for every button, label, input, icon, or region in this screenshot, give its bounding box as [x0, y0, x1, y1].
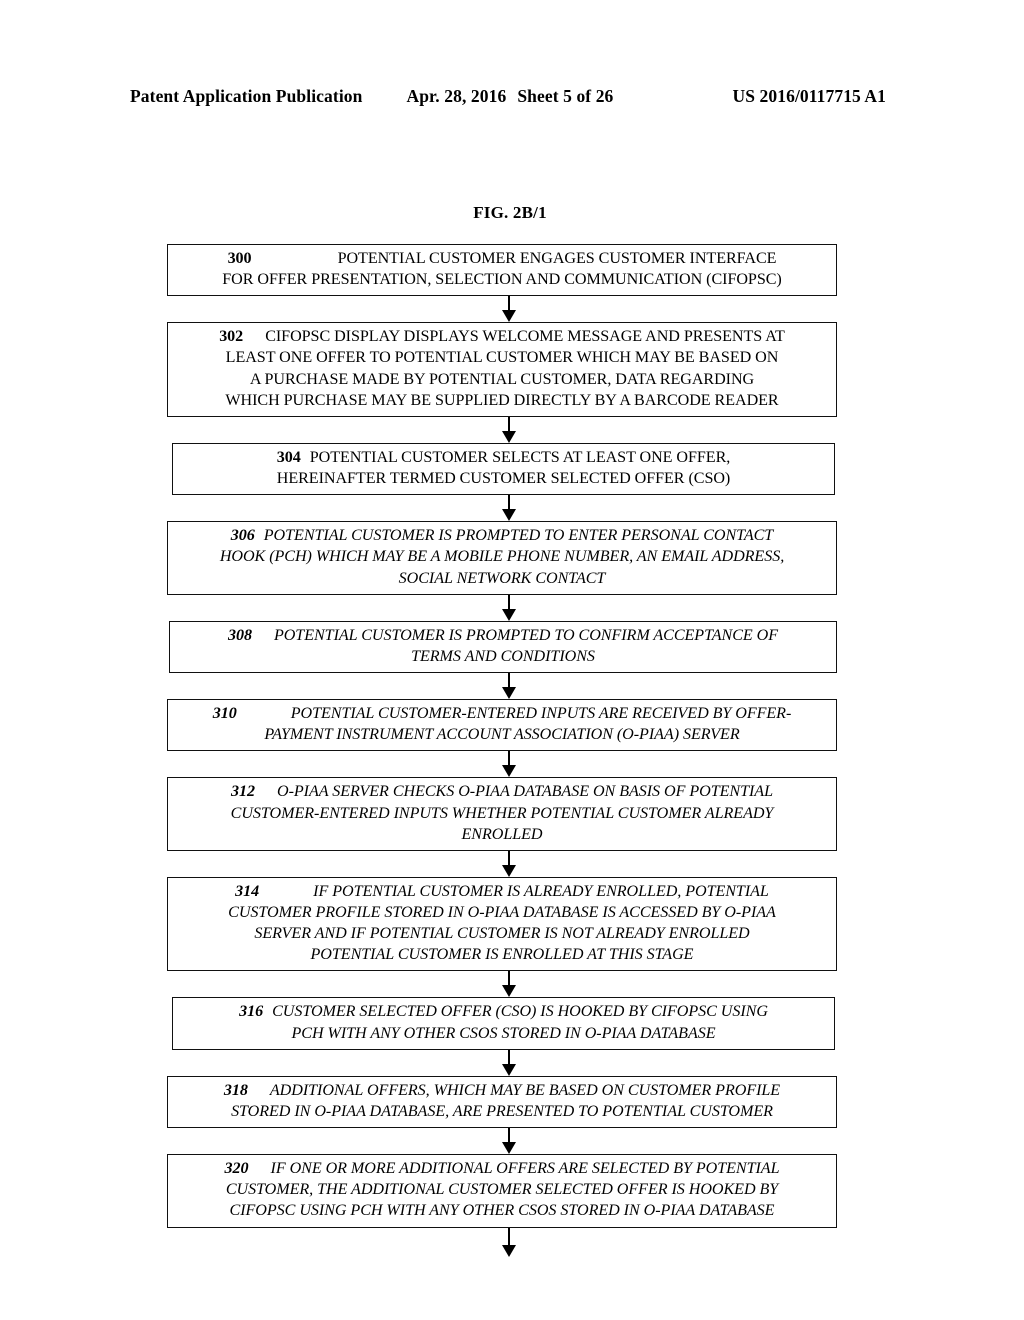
flow-connector-312-314 [167, 850, 837, 877]
flow-node-306-line-1: POTENTIAL CUSTOMER IS PROMPTED TO ENTER … [263, 527, 774, 545]
flow-node-320: 320 IF ONE OR MORE ADDITIONAL OFFERS ARE … [167, 1154, 837, 1228]
patent-number: US 2016/0117715 A1 [732, 86, 886, 106]
flow-node-306-line-2: HOOK (PCH) WHICH MAY BE A MOBILE PHONE N… [219, 548, 785, 566]
flow-node-300-line-1: POTENTIAL CUSTOMER ENGAGES CUSTOMER INTE… [337, 250, 777, 267]
flow-node-302-line-3: A PURCHASE MADE BY POTENTIAL CUSTOMER, D… [249, 370, 755, 388]
flow-connector-302-304 [167, 416, 837, 443]
flow-connector-310-312 [167, 751, 837, 778]
flow-node-320-line-1: IF ONE OR MORE ADDITIONAL OFFERS ARE SEL… [270, 1160, 780, 1178]
flow-node-306-number: 306 [230, 527, 255, 545]
flow-node-316: 316 CUSTOMER SELECTED OFFER (CSO) IS HOOK… [172, 997, 835, 1050]
arrowhead-icon [502, 430, 516, 443]
arrowhead-icon [502, 1063, 516, 1076]
flow-node-310: 310 POTENTIAL CUSTOMER-ENTERED INPUTS ARE… [167, 699, 837, 752]
flow-node-320-number: 320 [224, 1160, 249, 1178]
flow-connector-304-306 [167, 495, 837, 522]
flow-node-308-line-2: TERMS AND CONDITIONS [411, 647, 595, 665]
flow-node-316-number: 316 [239, 1003, 264, 1021]
arrowhead-icon [502, 864, 516, 877]
flow-node-314-line-3: SERVER AND IF POTENTIAL CUSTOMER IS NOT … [254, 925, 750, 943]
flow-node-312-number: 312 [231, 783, 256, 801]
publication-date-sheet: Apr. 28, 2016 Sheet 5 of 26 [406, 86, 613, 107]
flow-node-318-number: 318 [223, 1081, 248, 1099]
flow-node-310-line-1: POTENTIAL CUSTOMER-ENTERED INPUTS ARE RE… [290, 705, 792, 723]
flow-node-306-line-3: SOCIAL NETWORK CONTACT [398, 569, 606, 587]
arrowhead-icon [502, 509, 516, 522]
flow-node-318-line-2: STORED IN O-PIAA DATABASE, ARE PRESENTED… [231, 1102, 773, 1120]
figure-label-text: FIG. 2B/1 [473, 203, 547, 222]
flow-connector-308-310 [167, 673, 837, 700]
flow-node-300-number: 300 [227, 250, 252, 267]
flow-node-314-line-1: IF POTENTIAL CUSTOMER IS ALREADY ENROLLE… [313, 882, 769, 900]
flow-node-314-line-4: POTENTIAL CUSTOMER IS ENROLLED AT THIS S… [310, 946, 694, 964]
flow-connector-316-318 [167, 1049, 837, 1076]
flow-node-302-line-4: WHICH PURCHASE MAY BE SUPPLIED DIRECTLY … [225, 391, 779, 409]
figure-label: FIG. 2B/1 [0, 203, 1024, 223]
flow-node-312: 312 O-PIAA SERVER CHECKS O-PIAA DATABASE … [167, 777, 837, 851]
flow-node-302-number: 302 [219, 328, 244, 346]
flow-node-302-line-2: LEAST ONE OFFER TO POTENTIAL CUSTOMER WH… [225, 349, 779, 367]
arrowhead-icon [502, 985, 516, 998]
flow-node-312-line-2: CUSTOMER-ENTERED INPUTS WHETHER POTENTIA… [230, 804, 774, 822]
publication-title: Patent Application Publication [130, 86, 363, 106]
flow-node-304: 304 POTENTIAL CUSTOMER SELECTS AT LEAST O… [172, 442, 835, 496]
flow-node-314-line-2: CUSTOMER PROFILE STORED IN O-PIAA DATABA… [228, 903, 776, 921]
flow-connector-314-316 [167, 971, 837, 998]
flow-connector-306-308 [167, 594, 837, 621]
flow-node-306: 306 POTENTIAL CUSTOMER IS PROMPTED TO ENT… [167, 521, 837, 595]
flow-node-308: 308 POTENTIAL CUSTOMER IS PROMPTED TO CON… [169, 620, 837, 674]
arrowhead-icon [502, 310, 516, 323]
arrowhead-icon [502, 608, 516, 621]
flow-connector-318-320 [167, 1128, 837, 1155]
flow-connector-300-302 [167, 296, 837, 323]
arrowhead-icon [502, 1244, 516, 1257]
flow-node-308-line-1: POTENTIAL CUSTOMER IS PROMPTED TO CONFIR… [273, 626, 779, 644]
flow-node-304-line-1: POTENTIAL CUSTOMER SELECTS AT LEAST ONE … [309, 448, 731, 466]
flow-node-320-line-3: CIFOPSC USING PCH WITH ANY OTHER CSOS ST… [229, 1202, 775, 1220]
flow-node-310-number: 310 [212, 705, 237, 723]
flow-node-312-line-3: ENROLLED [461, 825, 543, 843]
flow-node-316-line-1: CUSTOMER SELECTED OFFER (CSO) IS HOOKED … [272, 1003, 768, 1021]
arrowhead-icon [502, 1142, 516, 1155]
flow-node-314: 314 IF POTENTIAL CUSTOMER IS ALREADY ENRO… [167, 876, 837, 972]
flow-node-302-line-1: CIFOPSC DISPLAY DISPLAYS WELCOME MESSAGE… [265, 328, 785, 346]
arrowhead-icon [502, 687, 516, 700]
flow-node-314-number: 314 [235, 882, 260, 900]
flowchart: 300 POTENTIAL CUSTOMER ENGAGES CUSTOMER I… [167, 244, 837, 1258]
flow-node-316-line-2: PCH WITH ANY OTHER CSOS STORED IN O-PIAA… [291, 1024, 716, 1042]
flow-node-300: 300 POTENTIAL CUSTOMER ENGAGES CUSTOMER I… [167, 244, 837, 297]
flow-node-318: 318 ADDITIONAL OFFERS, WHICH MAY BE BASED… [167, 1075, 837, 1129]
arrowhead-icon [502, 765, 516, 778]
flow-node-312-line-1: O-PIAA SERVER CHECKS O-PIAA DATABASE ON … [277, 783, 773, 801]
flow-node-302: 302 CIFOPSC DISPLAY DISPLAYS WELCOME MESS… [167, 322, 837, 417]
flow-node-310-line-2: PAYMENT INSTRUMENT ACCOUNT ASSOCIATION (… [264, 726, 740, 744]
flow-node-304-number: 304 [276, 448, 301, 466]
flow-node-320-line-2: CUSTOMER, THE ADDITIONAL CUSTOMER SELECT… [225, 1181, 779, 1199]
flow-node-308-number: 308 [227, 626, 252, 644]
page-header: Patent Application Publication Apr. 28, … [130, 86, 886, 107]
publication-date: Apr. 28, 2016 [406, 86, 507, 106]
sheet-number: Sheet 5 of 26 [517, 86, 614, 106]
flow-node-304-line-2: HEREINAFTER TERMED CUSTOMER SELECTED OFF… [276, 470, 731, 488]
flow-node-300-line-2: FOR OFFER PRESENTATION, SELECTION AND CO… [222, 271, 782, 289]
flow-connector-continuation [167, 1227, 837, 1258]
flow-node-318-line-1: ADDITIONAL OFFERS, WHICH MAY BE BASED ON… [269, 1081, 781, 1099]
